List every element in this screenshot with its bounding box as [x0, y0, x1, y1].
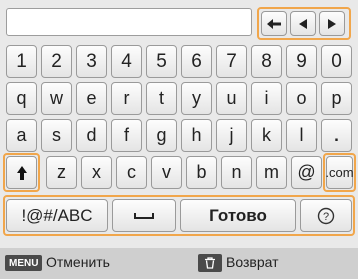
key-z[interactable]: z	[46, 156, 77, 189]
key-t[interactable]: t	[146, 82, 177, 115]
cursor-left-key[interactable]	[290, 11, 316, 36]
key-x[interactable]: x	[81, 156, 112, 189]
key-0[interactable]: 0	[321, 45, 352, 78]
key-m[interactable]: m	[256, 156, 287, 189]
triangle-right-icon	[328, 18, 336, 29]
key-i[interactable]: i	[251, 82, 282, 115]
key-r[interactable]: r	[111, 82, 142, 115]
dotcom-key[interactable]: .com	[325, 156, 354, 189]
triangle-left-icon	[299, 18, 307, 29]
key-e[interactable]: e	[76, 82, 107, 115]
key-8[interactable]: 8	[251, 45, 282, 78]
help-glyph: ?	[323, 211, 329, 223]
space-key[interactable]	[112, 199, 176, 232]
key-v[interactable]: v	[151, 156, 182, 189]
cursor-right-key[interactable]	[319, 11, 345, 36]
space-bar-icon	[134, 212, 154, 219]
bottom-bar: MENU Отменить Возврат	[0, 248, 358, 279]
key-h[interactable]: h	[181, 119, 212, 152]
key-4[interactable]: 4	[111, 45, 142, 78]
trash-icon	[205, 257, 215, 269]
key-q[interactable]: q	[6, 82, 37, 115]
key-b[interactable]: b	[186, 156, 217, 189]
backspace-key[interactable]	[261, 11, 287, 36]
menu-button-badge[interactable]: MENU	[5, 255, 43, 271]
key-y[interactable]: y	[181, 82, 212, 115]
cancel-label[interactable]: Отменить	[46, 254, 110, 270]
key-n[interactable]: n	[221, 156, 252, 189]
key-a[interactable]: a	[6, 119, 37, 152]
help-circle-icon: ?	[317, 207, 335, 224]
key-k[interactable]: k	[251, 119, 282, 152]
key-5[interactable]: 5	[146, 45, 177, 78]
key-p[interactable]: p	[321, 82, 352, 115]
left-arrow-line-icon	[267, 18, 281, 29]
symbols-mode-key[interactable]: !@#/ABC	[6, 199, 108, 232]
key-7[interactable]: 7	[216, 45, 247, 78]
key-s[interactable]: s	[41, 119, 72, 152]
shift-key[interactable]	[6, 156, 37, 189]
key-6[interactable]: 6	[181, 45, 212, 78]
text-input-field[interactable]	[6, 8, 252, 36]
shift-up-arrow-icon	[16, 165, 27, 180]
key-o[interactable]: o	[286, 82, 317, 115]
key-at[interactable]: @	[291, 156, 322, 189]
back-label[interactable]: Возврат	[226, 254, 279, 270]
key-period[interactable]: .	[321, 119, 352, 152]
key-w[interactable]: w	[41, 82, 72, 115]
key-9[interactable]: 9	[286, 45, 317, 78]
key-g[interactable]: g	[146, 119, 177, 152]
key-3[interactable]: 3	[76, 45, 107, 78]
key-d[interactable]: d	[76, 119, 107, 152]
done-key[interactable]: Готово	[180, 199, 296, 232]
key-f[interactable]: f	[111, 119, 142, 152]
key-u[interactable]: u	[216, 82, 247, 115]
key-j[interactable]: j	[216, 119, 247, 152]
help-key[interactable]: ?	[300, 199, 352, 232]
key-1[interactable]: 1	[6, 45, 37, 78]
key-l[interactable]: l	[286, 119, 317, 152]
key-2[interactable]: 2	[41, 45, 72, 78]
trash-button-badge[interactable]	[198, 254, 222, 272]
keyboard-screen: 1 2 3 4 5 6 7 8 9 0 q w e r t y u i o p …	[0, 0, 358, 279]
key-c[interactable]: c	[116, 156, 147, 189]
